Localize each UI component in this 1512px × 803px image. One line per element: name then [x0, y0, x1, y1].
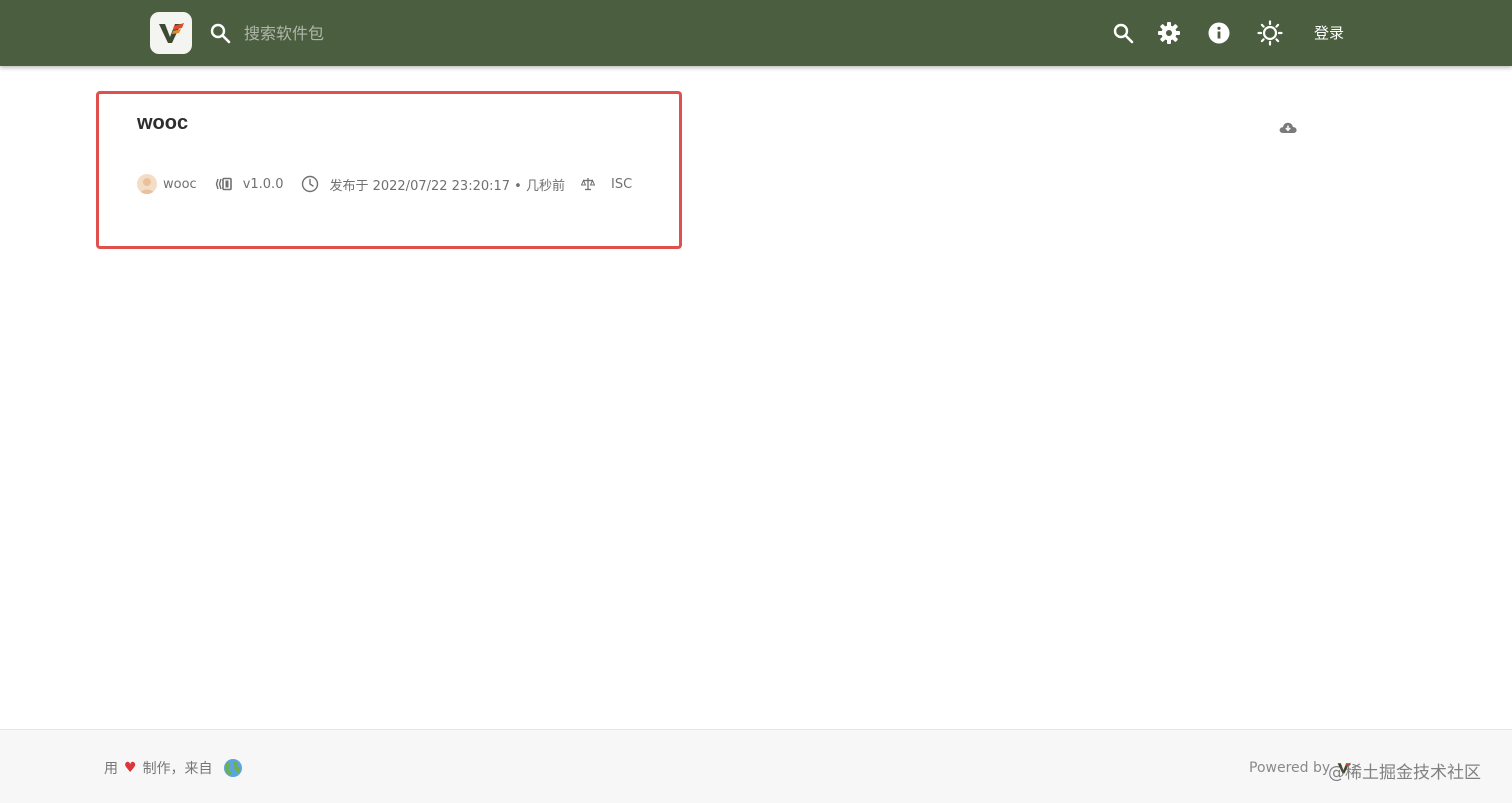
login-button[interactable]: 登录: [1314, 22, 1344, 43]
search-icon: [1113, 23, 1134, 44]
search-input[interactable]: [242, 17, 586, 49]
package-version: v1.0.0: [215, 176, 284, 192]
package-meta: wooc v1.0.0 发布于 2022/07/22 23:20:17 • 几秒…: [137, 174, 632, 194]
download-tarball-button[interactable]: [1278, 118, 1298, 138]
globe-icon-graphic: [223, 759, 242, 777]
page: 登录 wooc wooc v: [0, 0, 1512, 803]
info-button[interactable]: [1206, 20, 1232, 46]
clock-icon: [302, 175, 319, 193]
license-text: ISC: [610, 176, 633, 192]
avatar: [137, 174, 157, 194]
cloud-download-icon: [1279, 122, 1297, 133]
search-bar: [208, 16, 608, 50]
heart-icon: ♥: [124, 760, 137, 776]
package-name[interactable]: wooc: [137, 112, 188, 135]
theme-toggle-button[interactable]: [1257, 20, 1283, 46]
version-text: v1.0.0: [242, 176, 284, 192]
top-header: 登录: [0, 0, 1512, 66]
package-license: ISC: [580, 176, 633, 192]
search-icon: [210, 23, 231, 44]
powered-by-text: Powered by: [1249, 760, 1331, 776]
sun-icon: [1257, 20, 1283, 46]
version-icon: [215, 177, 232, 191]
logo-icon: [159, 23, 184, 43]
footer-made-with: 用 ♥ 制作，来自: [104, 758, 243, 778]
verdaccio-logo[interactable]: [150, 12, 192, 54]
scale-icon: [580, 178, 595, 191]
package-card[interactable]: wooc wooc v1.0.0 发布于 2022/07/22 23:20:17…: [96, 91, 682, 249]
published-text: 发布于 2022/07/22 23:20:17 • 几秒前: [329, 178, 565, 194]
gear-icon: [1158, 22, 1180, 44]
search-button[interactable]: [1110, 20, 1136, 46]
package-author[interactable]: wooc: [137, 174, 197, 194]
info-icon: [1208, 22, 1230, 44]
package-published: 发布于 2022/07/22 23:20:17 • 几秒前: [301, 175, 565, 194]
made-with-suffix: 制作，来自: [142, 761, 213, 777]
footer: 用 ♥ 制作，来自 Powered by @稀土掘金技术社区: [0, 729, 1512, 803]
watermark: @稀土掘金技术社区: [1328, 763, 1481, 783]
settings-button[interactable]: [1156, 20, 1182, 46]
made-with-prefix: 用: [104, 761, 118, 777]
author-name: wooc: [163, 176, 197, 192]
avatar-icon: [140, 178, 154, 194]
globe-icon[interactable]: [223, 758, 243, 778]
